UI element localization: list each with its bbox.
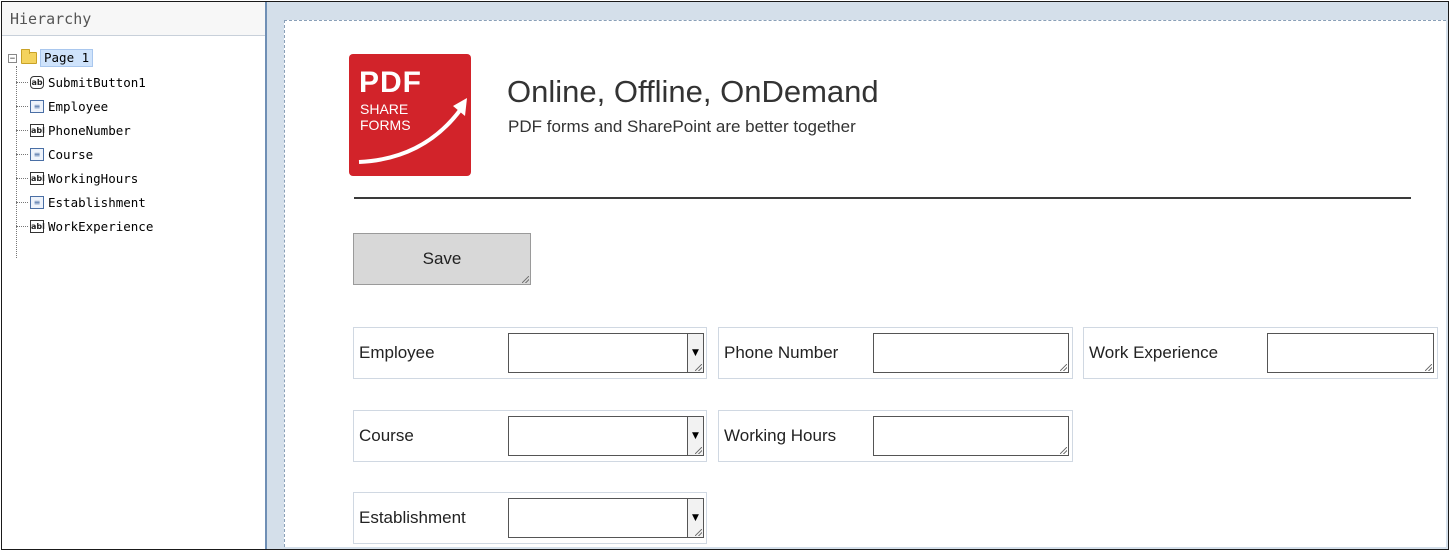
tree-item-course[interactable]: ≡ Course bbox=[16, 144, 93, 164]
button-icon: ab bbox=[30, 75, 44, 89]
employee-dropdown[interactable]: ▼ bbox=[508, 333, 704, 373]
course-label: Course bbox=[359, 426, 414, 445]
working-hours-label: Working Hours bbox=[724, 426, 837, 445]
save-button[interactable]: Save bbox=[353, 233, 531, 285]
tree-connector bbox=[16, 177, 28, 179]
tree-item-label: Establishment bbox=[48, 194, 146, 210]
hierarchy-panel: Hierarchy − Page 1 ab SubmitButton1 ≡ Em… bbox=[2, 2, 267, 549]
resize-grip-icon[interactable] bbox=[1060, 447, 1067, 454]
tree-item-workexperience[interactable]: abl WorkExperience bbox=[16, 216, 153, 236]
tree-connector bbox=[16, 153, 28, 155]
pdf-share-forms-logo: PDF SHARE FORMS bbox=[349, 54, 471, 176]
collapse-icon[interactable]: − bbox=[8, 53, 17, 63]
page-subtitle: PDF forms and SharePoint are better toge… bbox=[508, 117, 856, 136]
establishment-dropdown[interactable]: ▼ bbox=[508, 498, 704, 538]
textbox-icon: abl bbox=[30, 219, 45, 233]
tree-node-page-1[interactable]: − Page 1 bbox=[8, 48, 94, 68]
tree-connector bbox=[16, 225, 28, 227]
save-button-label: Save bbox=[422, 249, 462, 268]
tree-item-submitbutton1[interactable]: ab SubmitButton1 bbox=[16, 72, 146, 92]
textbox-icon: abl bbox=[30, 123, 45, 137]
tree-item-label: Employee bbox=[48, 98, 109, 114]
resize-grip-icon[interactable] bbox=[695, 364, 702, 371]
tree-item-employee[interactable]: ≡ Employee bbox=[16, 96, 108, 116]
resize-grip-icon[interactable] bbox=[1060, 364, 1067, 371]
tree-item-label: Course bbox=[48, 146, 94, 162]
tree-item-label: SubmitButton1 bbox=[48, 74, 146, 90]
course-field: Course ▼ bbox=[353, 410, 707, 462]
dropdown-icon: ≡ bbox=[30, 195, 44, 209]
tree-connector bbox=[16, 81, 28, 83]
working-hours-input[interactable] bbox=[873, 416, 1069, 456]
hierarchy-title: Hierarchy bbox=[2, 2, 265, 36]
tree-connector bbox=[16, 201, 28, 203]
tree-item-label: WorkExperience bbox=[48, 218, 154, 234]
page-title: Online, Offline, OnDemand bbox=[507, 74, 879, 109]
phone-number-field: Phone Number bbox=[718, 327, 1073, 379]
tree-item-phonenumber[interactable]: abl PhoneNumber bbox=[16, 120, 131, 140]
resize-grip-icon[interactable] bbox=[522, 276, 529, 283]
tree-connector bbox=[16, 105, 28, 107]
employee-field: Employee ▼ bbox=[353, 327, 707, 379]
working-hours-field: Working Hours bbox=[718, 410, 1073, 462]
resize-grip-icon[interactable] bbox=[695, 447, 702, 454]
tree-connector bbox=[16, 129, 28, 131]
establishment-field: Establishment ▼ bbox=[353, 492, 707, 544]
resize-grip-icon[interactable] bbox=[1425, 364, 1432, 371]
work-experience-label: Work Experience bbox=[1089, 343, 1219, 362]
tree-item-label: WorkingHours bbox=[48, 170, 139, 186]
work-experience-input[interactable] bbox=[1267, 333, 1434, 373]
textbox-icon: abl bbox=[30, 171, 45, 185]
tree-item-label: PhoneNumber bbox=[48, 122, 131, 138]
establishment-label: Establishment bbox=[359, 508, 466, 527]
tree-item-workinghours[interactable]: abl WorkingHours bbox=[16, 168, 138, 188]
dropdown-icon: ≡ bbox=[30, 99, 44, 113]
tree-node-label[interactable]: Page 1 bbox=[40, 49, 94, 67]
folder-icon bbox=[21, 49, 37, 64]
phone-number-input[interactable] bbox=[873, 333, 1069, 373]
employee-label: Employee bbox=[359, 343, 435, 362]
phone-number-label: Phone Number bbox=[724, 343, 839, 362]
course-dropdown[interactable]: ▼ bbox=[508, 416, 704, 456]
work-experience-field: Work Experience bbox=[1083, 327, 1438, 379]
dropdown-icon: ≡ bbox=[30, 147, 44, 161]
resize-grip-icon[interactable] bbox=[695, 529, 702, 536]
logo-arrow-icon bbox=[358, 98, 467, 164]
header-divider bbox=[354, 197, 1411, 199]
tree-item-establishment[interactable]: ≡ Establishment bbox=[16, 192, 146, 212]
